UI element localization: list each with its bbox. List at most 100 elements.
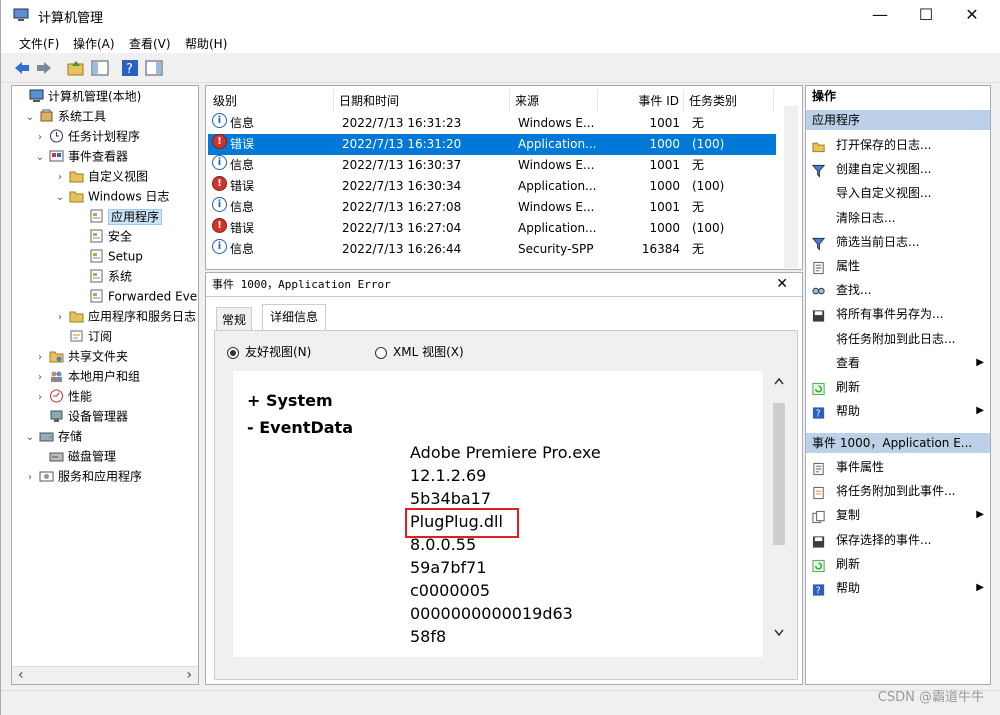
- table-row[interactable]: i 信息 2022/7/13 16:27:08 Windows E... 1001 无: [208, 197, 776, 218]
- action-item[interactable]: 保存选择的事件...: [806, 528, 990, 552]
- minimize-button[interactable]: —: [857, 0, 903, 31]
- action-item[interactable]: 将所有事件另存为...: [806, 302, 990, 326]
- tree-node[interactable]: 系统: [74, 266, 132, 286]
- tree-node[interactable]: › 应用程序和服务日志: [54, 306, 196, 326]
- scroll-down-icon[interactable]: [774, 629, 784, 637]
- collapse-chevron-icon[interactable]: ⌄: [34, 148, 46, 168]
- close-button[interactable]: ✕: [949, 0, 995, 31]
- event-list-scrollbar[interactable]: [784, 106, 798, 268]
- tree-node[interactable]: › 共享文件夹: [34, 346, 128, 366]
- event-data-scrollbar[interactable]: [771, 371, 787, 657]
- scroll-right-icon[interactable]: ›: [186, 667, 192, 683]
- tree-node[interactable]: 安全: [74, 226, 132, 246]
- collapse-chevron-icon[interactable]: ⌄: [24, 428, 36, 448]
- tree-node[interactable]: › 任务计划程序: [34, 126, 140, 146]
- expand-chevron-icon[interactable]: ›: [34, 348, 46, 368]
- tree-node[interactable]: ⌄ Windows 日志: [54, 186, 170, 208]
- tab-details[interactable]: 详细信息: [262, 304, 326, 331]
- action-item[interactable]: 导入自定义视图...: [806, 181, 990, 205]
- svg-text:?: ?: [126, 62, 133, 77]
- table-row[interactable]: ! 错误 2022/7/13 16:30:34 Application... 1000 (…: [208, 176, 776, 197]
- tree-node-label: 本地用户和组: [68, 369, 141, 384]
- cell-source: Windows E...: [518, 116, 595, 130]
- tree-node[interactable]: › 自定义视图: [54, 166, 148, 186]
- column-header-event-id[interactable]: 事件 ID: [598, 90, 684, 112]
- tree-node[interactable]: 磁盘管理: [34, 446, 116, 466]
- action-item[interactable]: 打开保存的日志...: [806, 133, 990, 157]
- action-item[interactable]: ? 帮助 ▶: [806, 576, 990, 600]
- expand-chevron-icon[interactable]: ›: [34, 388, 46, 408]
- detail-close-icon[interactable]: ✕: [776, 276, 788, 292]
- show-hide-action-pane-icon[interactable]: [145, 59, 163, 77]
- scroll-thumb[interactable]: [773, 403, 785, 545]
- event-list: 级别 日期和时间 来源 事件 ID 任务类别 i 信息 2022/7/13 16:3…: [205, 85, 803, 270]
- show-hide-tree-icon[interactable]: [91, 59, 109, 77]
- table-row[interactable]: ! 错误 2022/7/13 16:31:20 Application... 1000 (…: [208, 134, 776, 155]
- table-row[interactable]: ! 错误 2022/7/13 16:27:04 Application... 1000 (…: [208, 218, 776, 239]
- column-header-level[interactable]: 级别: [208, 90, 334, 112]
- scroll-left-icon[interactable]: ‹: [18, 667, 24, 683]
- system-section-toggle[interactable]: + System: [247, 391, 333, 410]
- forward-arrow-icon[interactable]: [35, 59, 53, 77]
- tree-node[interactable]: Setup: [74, 246, 143, 266]
- tree-node[interactable]: ⌄ 事件查看器: [34, 146, 128, 166]
- menu-help[interactable]: 帮助(H): [185, 35, 227, 52]
- attach-icon: [812, 484, 826, 500]
- menu-view[interactable]: 查看(V): [129, 35, 171, 52]
- action-item[interactable]: 刷新: [806, 552, 990, 576]
- table-row[interactable]: i 信息 2022/7/13 16:31:23 Windows E... 1001 无: [208, 113, 776, 134]
- action-item[interactable]: 筛选当前日志...: [806, 230, 990, 254]
- tree-node[interactable]: › 性能: [34, 386, 92, 406]
- tree-node[interactable]: › 服务和应用程序: [24, 466, 142, 486]
- column-header-task-category[interactable]: 任务类别: [684, 90, 774, 112]
- action-item[interactable]: ? 帮助 ▶: [806, 399, 990, 423]
- action-item[interactable]: 属性: [806, 254, 990, 278]
- back-arrow-icon[interactable]: [13, 59, 31, 77]
- tab-general[interactable]: 常规: [216, 307, 252, 331]
- expand-chevron-icon[interactable]: ›: [54, 168, 66, 188]
- computer-management-window: 计算机管理 — ☐ ✕ 文件(F) 操作(A) 查看(V) 帮助(H) ? 计算…: [0, 0, 1000, 715]
- collapse-chevron-icon[interactable]: ⌄: [54, 188, 66, 208]
- tree-node-label: 存储: [58, 429, 83, 444]
- tree-node[interactable]: ⌄ 存储: [24, 426, 82, 446]
- radio-xml-view[interactable]: XML 视图(X): [375, 343, 464, 360]
- action-group-application[interactable]: 应用程序: [806, 110, 990, 130]
- action-item[interactable]: 将任务附加到此事件...: [806, 479, 990, 503]
- column-header-date-time[interactable]: 日期和时间: [334, 90, 510, 112]
- action-item[interactable]: 将任务附加到此日志...: [806, 327, 990, 351]
- tree-node[interactable]: Forwarded Eve: [74, 286, 197, 306]
- expand-chevron-icon[interactable]: ›: [24, 468, 36, 488]
- column-header-source[interactable]: 来源: [510, 90, 598, 112]
- expand-chevron-icon[interactable]: ›: [34, 128, 46, 148]
- help-icon[interactable]: ?: [121, 59, 139, 77]
- up-folder-icon[interactable]: [67, 59, 85, 77]
- action-item[interactable]: 刷新: [806, 375, 990, 399]
- menu-file[interactable]: 文件(F): [19, 35, 59, 52]
- tree-horizontal-scrollbar[interactable]: ‹ ›: [12, 666, 198, 684]
- expand-chevron-icon[interactable]: ›: [54, 308, 66, 328]
- expand-chevron-icon[interactable]: ›: [34, 368, 46, 388]
- tree-node[interactable]: 订阅: [54, 326, 112, 346]
- scroll-up-icon[interactable]: [774, 377, 784, 385]
- cell-level: 信息: [230, 200, 255, 214]
- tree-node[interactable]: 计算机管理(本地): [14, 86, 141, 106]
- action-group-event[interactable]: 事件 1000，Application E...: [806, 433, 990, 453]
- maximize-button[interactable]: ☐: [903, 0, 949, 31]
- table-row[interactable]: i 信息 2022/7/13 16:30:37 Windows E... 1001 无: [208, 155, 776, 176]
- action-item[interactable]: 事件属性: [806, 455, 990, 479]
- cell-cat: 无: [692, 158, 705, 172]
- action-item[interactable]: 查找...: [806, 278, 990, 302]
- tree-node[interactable]: ⌄ 系统工具: [24, 106, 106, 126]
- collapse-chevron-icon[interactable]: ⌄: [24, 108, 36, 128]
- action-item[interactable]: 查看 ▶: [806, 351, 990, 375]
- tree-node[interactable]: 设备管理器: [34, 406, 128, 426]
- tree-node[interactable]: › 本地用户和组: [34, 366, 140, 386]
- action-item[interactable]: 清除日志...: [806, 206, 990, 230]
- action-item[interactable]: 复制 ▶: [806, 503, 990, 527]
- menu-action[interactable]: 操作(A): [73, 35, 115, 52]
- action-item[interactable]: 创建自定义视图...: [806, 157, 990, 181]
- table-row[interactable]: i 信息 2022/7/13 16:26:44 Security-SPP 16384 无: [208, 239, 776, 260]
- tree-node[interactable]: 应用程序: [74, 206, 163, 226]
- eventdata-section-toggle[interactable]: - EventData: [247, 418, 353, 437]
- radio-friendly-view[interactable]: 友好视图(N): [227, 343, 311, 360]
